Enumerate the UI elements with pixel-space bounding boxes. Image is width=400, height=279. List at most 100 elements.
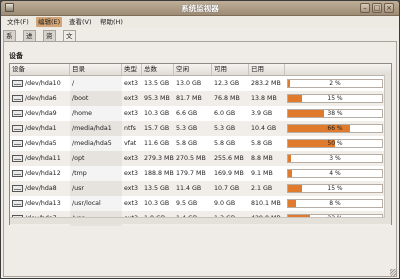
cell-directory: /tmp [70, 166, 122, 181]
cell-directory: / [70, 76, 122, 91]
menu-bar: 文件(F) 编辑(E) 查看(V) 帮助(H) [1, 16, 399, 28]
column-header-directory[interactable]: 目录 [70, 64, 122, 75]
menu-file[interactable]: 文件(F) [5, 17, 31, 27]
table-row[interactable]: /dev/hda1/media/hda1 ntfs 15.7 GB 5.3 GB 5.3… [10, 121, 391, 136]
cell-directory: /boot [70, 91, 122, 106]
cell-type: ext3 [124, 95, 138, 102]
title-bar[interactable]: 系统监视器 – □ × [1, 1, 399, 16]
cell-available: 6.0 GB [214, 110, 236, 117]
cell-available: 10.7 GB [214, 185, 240, 192]
cell-usage: 15 % [285, 181, 385, 196]
cell-type: ext3 [124, 155, 138, 162]
table-row[interactable]: /dev/hda10/ext3 13.5 GB 13.0 GB 12.3 GB 283.… [10, 76, 391, 91]
harddisk-icon [12, 95, 23, 102]
cell-total: 10.3 GB [144, 110, 170, 117]
resize-grip-icon[interactable] [390, 269, 397, 276]
column-header-usage-bar [285, 64, 385, 75]
harddisk-icon [12, 200, 23, 207]
cell-used: 2.1 GB [251, 185, 273, 192]
cell-total: 13.5 GB [144, 80, 170, 87]
cell-type: ext3 [124, 185, 138, 192]
cell-free: 6.6 GB [176, 110, 198, 117]
usage-percent: 3 % [329, 155, 341, 162]
minimize-icon[interactable]: – [360, 3, 370, 13]
cell-total: 95.3 MB [144, 95, 170, 102]
harddisk-icon [12, 185, 23, 192]
usage-percent: 66 % [327, 125, 343, 132]
cell-used: 13.8 MB [251, 95, 277, 102]
filesystem-table[interactable]: 设备 目录 类型 总数 空闲 可用 已用 /dev/hda10/ext3 13.5… [9, 63, 392, 226]
column-header-free[interactable]: 空闲 [174, 64, 212, 75]
cell-device: /dev/hda12 [10, 166, 70, 181]
cell-directory: /usr [70, 181, 122, 196]
cell-type: ext3 [124, 80, 138, 87]
cell-free: 270.5 MB [176, 155, 206, 162]
menu-help[interactable]: 帮助(H) [98, 17, 125, 27]
harddisk-icon [12, 125, 23, 132]
cell-available: 169.9 MB [214, 170, 244, 177]
usage-progress-bar: 3 % [287, 154, 383, 163]
table-header: 设备 目录 类型 总数 空闲 可用 已用 [10, 64, 391, 76]
menu-edit[interactable]: 编辑(E) [36, 17, 63, 27]
cell-available: 12.3 GB [214, 80, 240, 87]
cell-type: ext3 [124, 200, 138, 207]
usage-progress-bar: 15 % [287, 94, 383, 103]
cell-total: 279.3 MB [144, 155, 174, 162]
vertical-scrollbar[interactable] [384, 75, 391, 224]
cell-used: 3.9 GB [251, 110, 273, 117]
usage-progress-bar: 66 % [287, 124, 383, 133]
usage-progress-bar: 38 % [287, 109, 383, 118]
cell-total: 15.7 GB [144, 125, 170, 132]
table-row[interactable]: /dev/hda11/opt ext3 279.3 MB 270.5 MB 255.6 … [10, 151, 391, 166]
cell-device: /dev/hda9 [10, 106, 70, 121]
tab-system[interactable]: 系统 [3, 30, 16, 51]
horizontal-scrollbar[interactable] [10, 217, 385, 224]
table-row[interactable]: /dev/hda6/boot ext3 95.3 MB 81.7 MB 76.8 MB 1… [10, 91, 391, 106]
tab-processes[interactable]: 进程 [23, 30, 36, 51]
table-row[interactable]: /dev/hda12/tmp ext3 188.8 MB 179.7 MB 169.9 … [10, 166, 391, 181]
cell-usage: 15 % [285, 91, 385, 106]
column-header-available[interactable]: 可用 [212, 64, 249, 75]
table-row[interactable]: /dev/hda5/media/hda5 vfat 11.6 GB 5.8 GB 5.8… [10, 136, 391, 151]
tab-resources[interactable]: 资源 [43, 30, 56, 51]
cell-used: 8.8 MB [251, 155, 273, 162]
table-row[interactable]: /dev/hda9/home ext3 10.3 GB 6.6 GB 6.0 GB 3.9… [10, 106, 391, 121]
usage-progress-bar: 2 % [287, 79, 383, 88]
cell-directory: /media/hda1 [70, 121, 122, 136]
cell-device: /dev/hda8 [10, 181, 70, 196]
cell-directory: /media/hda5 [70, 136, 122, 151]
cell-usage: 4 % [285, 166, 385, 181]
table-row[interactable]: /dev/hda13/usr/local ext3 10.3 GB 9.5 GB 9.0… [10, 196, 391, 211]
cell-free: 5.3 GB [176, 125, 198, 132]
menu-view[interactable]: 查看(V) [67, 17, 94, 27]
cell-available: 9.0 GB [214, 200, 236, 207]
cell-device: /dev/hda6 [10, 91, 70, 106]
cell-type: ntfs [124, 125, 136, 132]
usage-percent: 2 % [329, 80, 341, 87]
column-header-type[interactable]: 类型 [122, 64, 142, 75]
cell-free: 81.7 MB [176, 95, 202, 102]
cell-available: 5.3 GB [214, 125, 236, 132]
cell-usage: 66 % [285, 121, 385, 136]
usage-percent: 15 % [327, 185, 343, 192]
close-icon[interactable]: × [384, 3, 394, 13]
harddisk-icon [12, 110, 23, 117]
column-header-total[interactable]: 总数 [142, 64, 174, 75]
usage-percent: 4 % [329, 170, 341, 177]
column-header-device[interactable]: 设备 [10, 64, 70, 75]
maximize-icon[interactable]: □ [372, 3, 382, 13]
harddisk-icon [12, 80, 23, 87]
cell-available: 5.8 GB [214, 140, 236, 147]
cell-usage: 8 % [285, 196, 385, 211]
column-header-used[interactable]: 已用 [249, 64, 285, 75]
cell-free: 13.0 GB [176, 80, 202, 87]
cell-total: 11.6 GB [144, 140, 170, 147]
section-title: 设备 [9, 52, 23, 60]
table-row[interactable]: /dev/hda8/usr ext3 13.5 GB 11.4 GB 10.7 GB 2.… [10, 181, 391, 196]
cell-usage: 3 % [285, 151, 385, 166]
cell-used: 9.1 MB [251, 170, 273, 177]
cell-used: 810.1 MB [251, 200, 281, 207]
cell-free: 5.8 GB [176, 140, 198, 147]
cell-usage: 2 % [285, 76, 385, 91]
cell-device: /dev/hda11 [10, 151, 70, 166]
